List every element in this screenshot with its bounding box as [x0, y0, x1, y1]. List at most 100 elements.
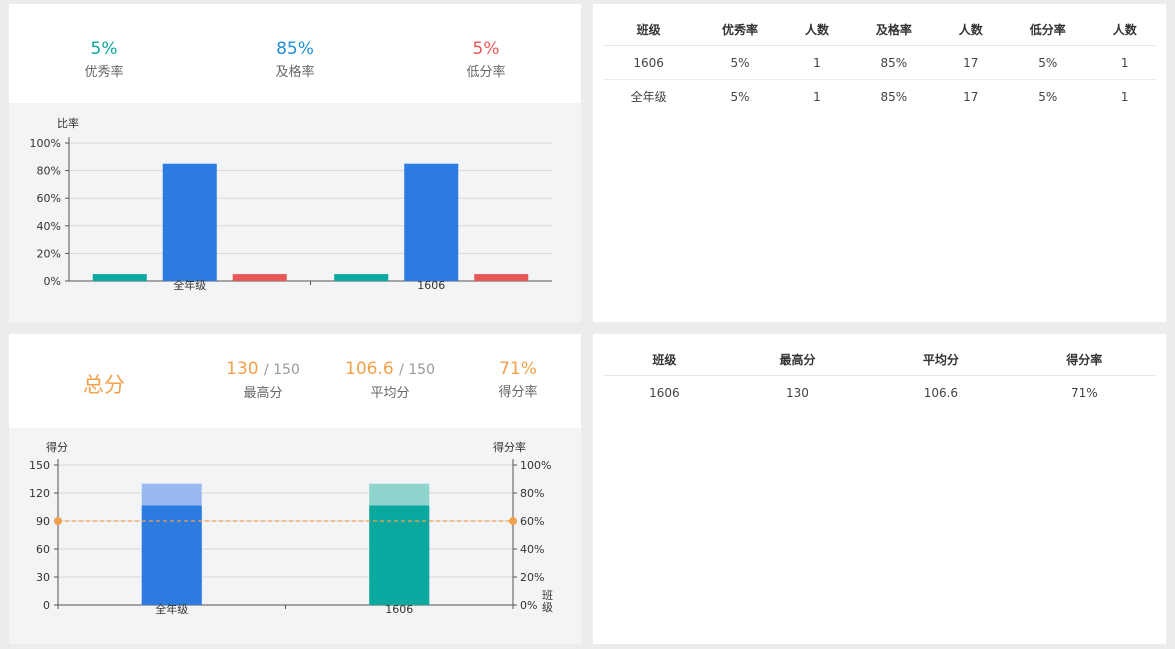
excellent-rate-value: 5% — [90, 39, 118, 59]
y-tick-label: 0% — [44, 275, 61, 288]
score-table: 班级 最高分 平均分 得分率 1606 130 106.6 71% — [603, 343, 1156, 409]
y-tick-label: 60% — [37, 192, 61, 205]
cell: 5% — [1038, 89, 1058, 104]
col-excellent-rate: 优秀率 — [694, 13, 786, 46]
y-tick-label: 150 — [29, 459, 50, 472]
avg-score-stat: 106.6 / 150 平均分 — [335, 358, 445, 403]
cell: 全年级 — [630, 90, 667, 104]
cell: 1606 — [603, 45, 695, 80]
x-tick-label: 1606 — [417, 279, 445, 292]
y-axis-label: 得分 — [46, 441, 68, 454]
rate-bar-chart: 比率 0% 20% 40% 60% 80% 100% 全年级 1606 — [30, 116, 552, 292]
avg-score-label: 平均分 — [370, 386, 410, 401]
reference-marker — [54, 517, 62, 525]
max-score-label: 最高分 — [243, 386, 283, 401]
cell: 1 — [1120, 89, 1129, 104]
cell: 85% — [848, 45, 940, 80]
cell: 5% — [694, 45, 786, 80]
bar — [474, 274, 529, 281]
reference-marker — [509, 517, 517, 525]
cell: 5% — [1002, 45, 1094, 80]
score-chart-area: 得分 得分率 0 0% 30 20% 60 40% 90 60% 120 80% 150 100% 全年级 1… — [9, 428, 581, 644]
y-tick-label: 0 — [43, 599, 50, 612]
cell: 5% — [730, 89, 750, 104]
y-right-tick-label: 100% — [520, 459, 551, 472]
score-rate-stat: 71% 得分率 — [468, 358, 568, 402]
max-score-stat: 130 / 150 最高分 — [213, 358, 313, 403]
low-rate-stat: 5% 低分率 — [436, 38, 536, 82]
score-table-panel: 班级 最高分 平均分 得分率 1606 130 106.6 71% — [593, 334, 1166, 644]
excellent-rate-label: 优秀率 — [84, 65, 124, 80]
table-row: 1606 130 106.6 71% — [603, 376, 1156, 410]
y-tick-label: 120 — [29, 487, 50, 500]
y-tick-label: 20% — [37, 247, 61, 260]
cell: 106.6 — [923, 385, 959, 400]
col-low-rate: 低分率 — [1002, 13, 1094, 46]
rate-table: 班级 优秀率 人数 及格率 人数 低分率 人数 1606 5% 1 85% 17… — [603, 13, 1156, 113]
rate-summary-panel: 5% 优秀率 85% 及格率 5% 低分率 — [9, 4, 581, 103]
col-avg-score: 平均分 — [869, 343, 1013, 376]
col-pass-rate: 及格率 — [848, 13, 940, 46]
y-right-tick-label: 60% — [520, 515, 544, 528]
rate-table-header: 班级 优秀率 人数 及格率 人数 低分率 人数 — [603, 13, 1156, 46]
cell: 1 — [1093, 45, 1156, 80]
score-bar-chart: 得分 得分率 0 0% 30 20% 60 40% 90 60% 120 80% 150 100% 全年级 1… — [29, 440, 553, 616]
score-summary-panel: 总分 130 / 150 最高分 106.6 / 150 平均分 71% 得分率 — [9, 334, 581, 428]
max-score-value: 130 — [226, 359, 259, 379]
pass-rate-label: 及格率 — [275, 65, 315, 80]
y-tick-label: 30 — [36, 571, 50, 584]
col-max-score: 最高分 — [725, 343, 870, 376]
rate-table-panel: 班级 优秀率 人数 及格率 人数 低分率 人数 1606 5% 1 85% 17… — [593, 4, 1166, 322]
y-tick-label: 40% — [37, 220, 61, 233]
avg-score-value: 106.6 — [345, 359, 394, 379]
score-title: 总分 — [83, 373, 125, 397]
x-tick-label: 全年级 — [155, 602, 188, 616]
col-excellent-count: 人数 — [785, 13, 849, 46]
bar — [92, 274, 147, 281]
low-rate-label: 低分率 — [466, 65, 506, 80]
pass-rate-stat: 85% 及格率 — [245, 38, 345, 82]
table-row: 全年级 5% 1 85% 17 5% 1 — [603, 80, 1156, 114]
score-rate-label: 得分率 — [498, 385, 538, 400]
y-axis-label: 比率 — [57, 116, 79, 130]
col-pass-count: 人数 — [939, 13, 1003, 46]
pass-rate-value: 85% — [276, 39, 314, 59]
table-row: 1606 5% 1 85% 17 5% 1 — [603, 45, 1156, 80]
y-right-tick-label: 80% — [520, 487, 544, 500]
cell: 17 — [963, 89, 979, 104]
col-low-count: 人数 — [1093, 13, 1156, 46]
y-right-tick-label: 20% — [520, 571, 544, 584]
bar — [162, 163, 217, 281]
col-class: 班级 — [603, 343, 726, 376]
cell: 1 — [785, 45, 849, 80]
y-tick-label: 90 — [36, 515, 50, 528]
y-tick-label: 100% — [30, 137, 61, 150]
y-axis-right-label: 得分率 — [493, 440, 526, 454]
bar — [404, 163, 459, 281]
cell: 17 — [939, 45, 1003, 80]
max-score-total: / 150 — [263, 362, 300, 378]
cell: 71% — [1070, 385, 1098, 400]
y-tick-label: 60 — [36, 543, 50, 556]
bar-avg — [369, 505, 430, 605]
cell: 1606 — [649, 385, 680, 400]
x-axis-label-part: 级 — [542, 601, 553, 614]
col-score-rate: 得分率 — [1012, 343, 1156, 376]
bar — [334, 274, 389, 281]
cell: 85% — [880, 89, 908, 104]
y-right-tick-label: 0% — [520, 599, 537, 612]
cell: 1 — [813, 89, 821, 104]
x-tick-label: 1606 — [385, 603, 413, 616]
bar — [232, 274, 287, 281]
score-rate-value: 71% — [499, 359, 537, 379]
excellent-rate-stat: 5% 优秀率 — [54, 38, 154, 82]
cell: 130 — [786, 385, 809, 400]
x-tick-label: 全年级 — [173, 278, 206, 292]
col-class: 班级 — [603, 13, 695, 46]
rate-chart-area: 比率 0% 20% 40% 60% 80% 100% 全年级 1606 — [9, 103, 581, 322]
low-rate-value: 5% — [472, 39, 500, 59]
avg-score-total: / 150 — [399, 362, 435, 378]
y-right-tick-label: 40% — [520, 543, 544, 556]
score-table-header: 班级 最高分 平均分 得分率 — [603, 343, 1156, 376]
y-tick-label: 80% — [37, 165, 61, 178]
